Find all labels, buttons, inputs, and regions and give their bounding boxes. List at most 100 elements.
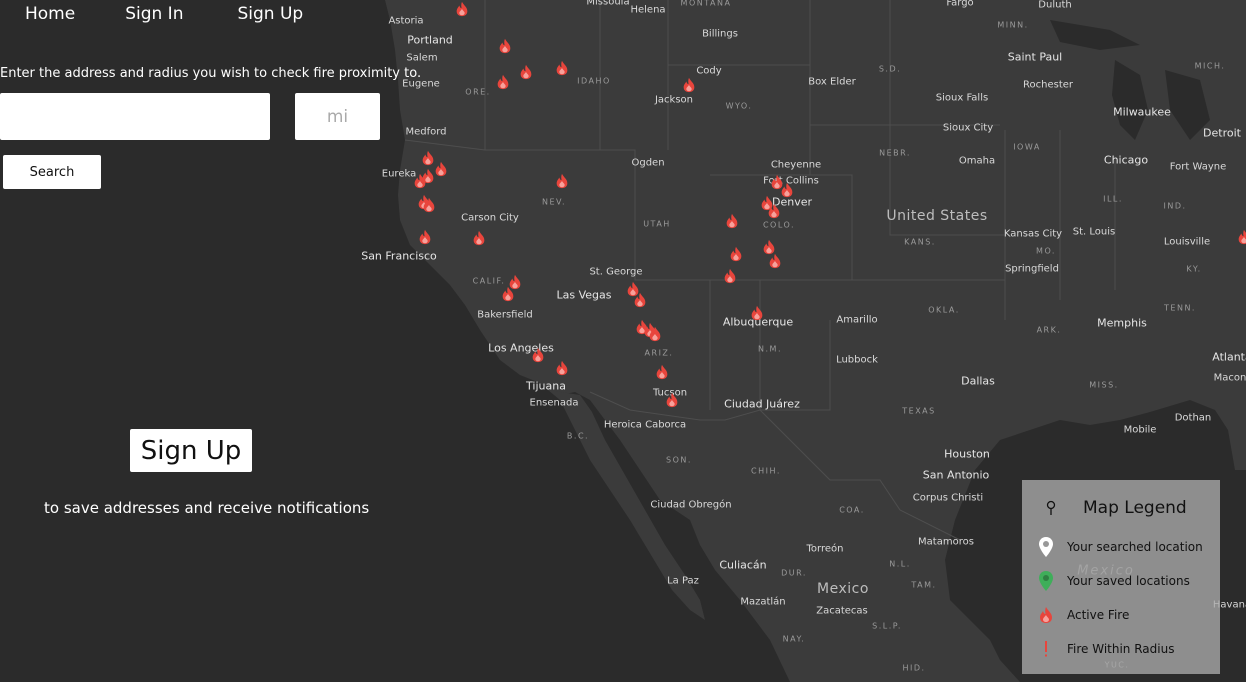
map-city-label: Rochester bbox=[1023, 79, 1073, 91]
map-city-label: Fargo bbox=[946, 0, 974, 9]
saved-location-pin-icon bbox=[1036, 570, 1056, 592]
map-city-label: Fort Wayne bbox=[1169, 161, 1227, 173]
sign-up-note: to save addresses and receive notificati… bbox=[44, 499, 370, 517]
fire-marker-icon[interactable] bbox=[750, 305, 764, 321]
map-city-label: Lubbock bbox=[836, 354, 878, 366]
fire-marker-icon[interactable] bbox=[723, 268, 737, 284]
sign-up-button[interactable]: Sign Up bbox=[130, 429, 252, 472]
map-state-label: ILL. bbox=[1103, 194, 1123, 204]
fire-marker-icon[interactable] bbox=[725, 213, 739, 229]
map-state-label: TEXAS bbox=[902, 406, 936, 416]
map-state-label: CHIH. bbox=[751, 466, 781, 476]
map-city-label: Milwaukee bbox=[1113, 105, 1171, 119]
map-state-label: COA. bbox=[839, 505, 865, 515]
map-city-label: Tijuana bbox=[526, 379, 566, 393]
map-city-label: Ensenada bbox=[529, 397, 579, 409]
fire-marker-icon[interactable] bbox=[665, 392, 679, 408]
fire-marker-icon[interactable] bbox=[531, 347, 545, 363]
fire-marker-icon[interactable] bbox=[767, 203, 781, 219]
active-fire-icon bbox=[1036, 604, 1056, 626]
fire-marker-icon[interactable] bbox=[455, 1, 469, 17]
fire-marker-icon[interactable] bbox=[768, 253, 782, 269]
fire-marker-icon[interactable] bbox=[422, 197, 436, 213]
fire-marker-icon[interactable] bbox=[421, 150, 435, 166]
map-state-label: B.C. bbox=[566, 431, 590, 441]
map-city-label: Amarillo bbox=[836, 314, 878, 326]
nav-sign-in-link[interactable]: Sign In bbox=[125, 4, 183, 24]
map-city-label: Torreón bbox=[806, 543, 844, 555]
map-state-label: N.M. bbox=[758, 344, 782, 354]
map-city-label: St. George bbox=[589, 266, 643, 278]
legend-item-label: Your saved locations bbox=[1067, 574, 1190, 588]
map-city-label: La Paz bbox=[667, 575, 699, 587]
map-state-label: ORE. bbox=[465, 87, 491, 97]
map-city-label: Macon bbox=[1213, 372, 1246, 384]
map-city-label: Ciudad Juárez bbox=[724, 397, 800, 411]
map-city-label: San Antonio bbox=[922, 468, 990, 482]
map-city-label: Zacatecas bbox=[816, 605, 868, 617]
map-city-label: St. Louis bbox=[1072, 226, 1116, 238]
legend-item-label: Fire Within Radius bbox=[1067, 642, 1175, 656]
map-city-label: Missoula bbox=[586, 0, 630, 8]
map-state-label: WYO. bbox=[725, 101, 753, 111]
fire-marker-icon[interactable] bbox=[519, 64, 533, 80]
fire-marker-icon[interactable] bbox=[418, 229, 432, 245]
map-city-label: Atlanta bbox=[1212, 350, 1246, 364]
fire-marker-icon[interactable] bbox=[655, 364, 669, 380]
fire-marker-icon[interactable] bbox=[498, 38, 512, 54]
address-input[interactable] bbox=[0, 93, 270, 140]
fire-marker-icon[interactable] bbox=[555, 60, 569, 76]
map-city-label: Medford bbox=[405, 126, 447, 138]
map-state-label: MISS. bbox=[1089, 380, 1119, 390]
map-pin-icon bbox=[1046, 500, 1056, 520]
fire-marker-icon[interactable] bbox=[633, 292, 647, 308]
nav-home-link[interactable]: Home bbox=[25, 4, 75, 24]
fire-marker-icon[interactable] bbox=[501, 286, 515, 302]
legend-item-radius: Fire Within Radius bbox=[1036, 638, 1174, 660]
top-nav: Home Sign In Sign Up bbox=[25, 4, 353, 24]
legend-item-label: Active Fire bbox=[1067, 608, 1130, 622]
fire-marker-icon[interactable] bbox=[434, 161, 448, 177]
map-state-label: SON. bbox=[666, 455, 692, 465]
fire-marker-icon[interactable] bbox=[555, 173, 569, 189]
map-city-label: Mobile bbox=[1123, 424, 1157, 436]
map-state-label: ARIZ. bbox=[644, 348, 674, 358]
map-city-label: Saint Paul bbox=[1007, 50, 1063, 64]
map-city-label: Sioux Falls bbox=[935, 92, 989, 104]
map-city-label: Cheyenne bbox=[770, 159, 822, 171]
radius-input[interactable] bbox=[295, 93, 380, 140]
map-city-label: Portland bbox=[407, 33, 453, 47]
map-state-label: NEBR. bbox=[879, 148, 911, 158]
map-city-label: Sioux City bbox=[942, 122, 994, 134]
nav-sign-up-link[interactable]: Sign Up bbox=[237, 4, 303, 24]
fire-marker-icon[interactable] bbox=[472, 230, 486, 246]
fire-marker-icon[interactable] bbox=[682, 77, 696, 93]
map-city-label: Springfield bbox=[1005, 263, 1059, 275]
map-state-label: MONTANA bbox=[680, 0, 732, 8]
map-state-label: CALIF. bbox=[472, 276, 506, 286]
fire-marker-icon[interactable] bbox=[1237, 229, 1246, 245]
fire-marker-icon[interactable] bbox=[496, 74, 510, 90]
map-city-label: Ciudad Obregón bbox=[650, 499, 732, 511]
map-city-label: Houston bbox=[944, 447, 990, 461]
map-city-label: Bakersfield bbox=[477, 309, 533, 321]
map-city-label: Corpus Christi bbox=[912, 492, 984, 504]
fire-marker-icon[interactable] bbox=[555, 360, 569, 376]
map-state-label: N.L. bbox=[889, 559, 911, 569]
fire-marker-icon[interactable] bbox=[413, 173, 427, 189]
search-button[interactable]: Search bbox=[3, 155, 101, 189]
map-country-label: United States bbox=[886, 208, 988, 224]
map-state-label: NEV. bbox=[541, 197, 567, 207]
map-city-label: Carson City bbox=[461, 212, 519, 224]
fire-marker-icon[interactable] bbox=[648, 326, 662, 342]
map-city-label: Memphis bbox=[1097, 316, 1147, 330]
map-state-label: TAM. bbox=[911, 580, 937, 590]
map-city-label: Duluth bbox=[1038, 0, 1072, 11]
map-state-label: NAY. bbox=[782, 634, 806, 644]
map-city-label: Dallas bbox=[961, 374, 995, 388]
fire-marker-icon[interactable] bbox=[729, 246, 743, 262]
fire-marker-icon[interactable] bbox=[780, 182, 794, 198]
map-city-label: Las Vegas bbox=[556, 288, 612, 302]
map-city-label: Louisville bbox=[1163, 236, 1211, 248]
map-state-label: COLO. bbox=[762, 220, 796, 230]
